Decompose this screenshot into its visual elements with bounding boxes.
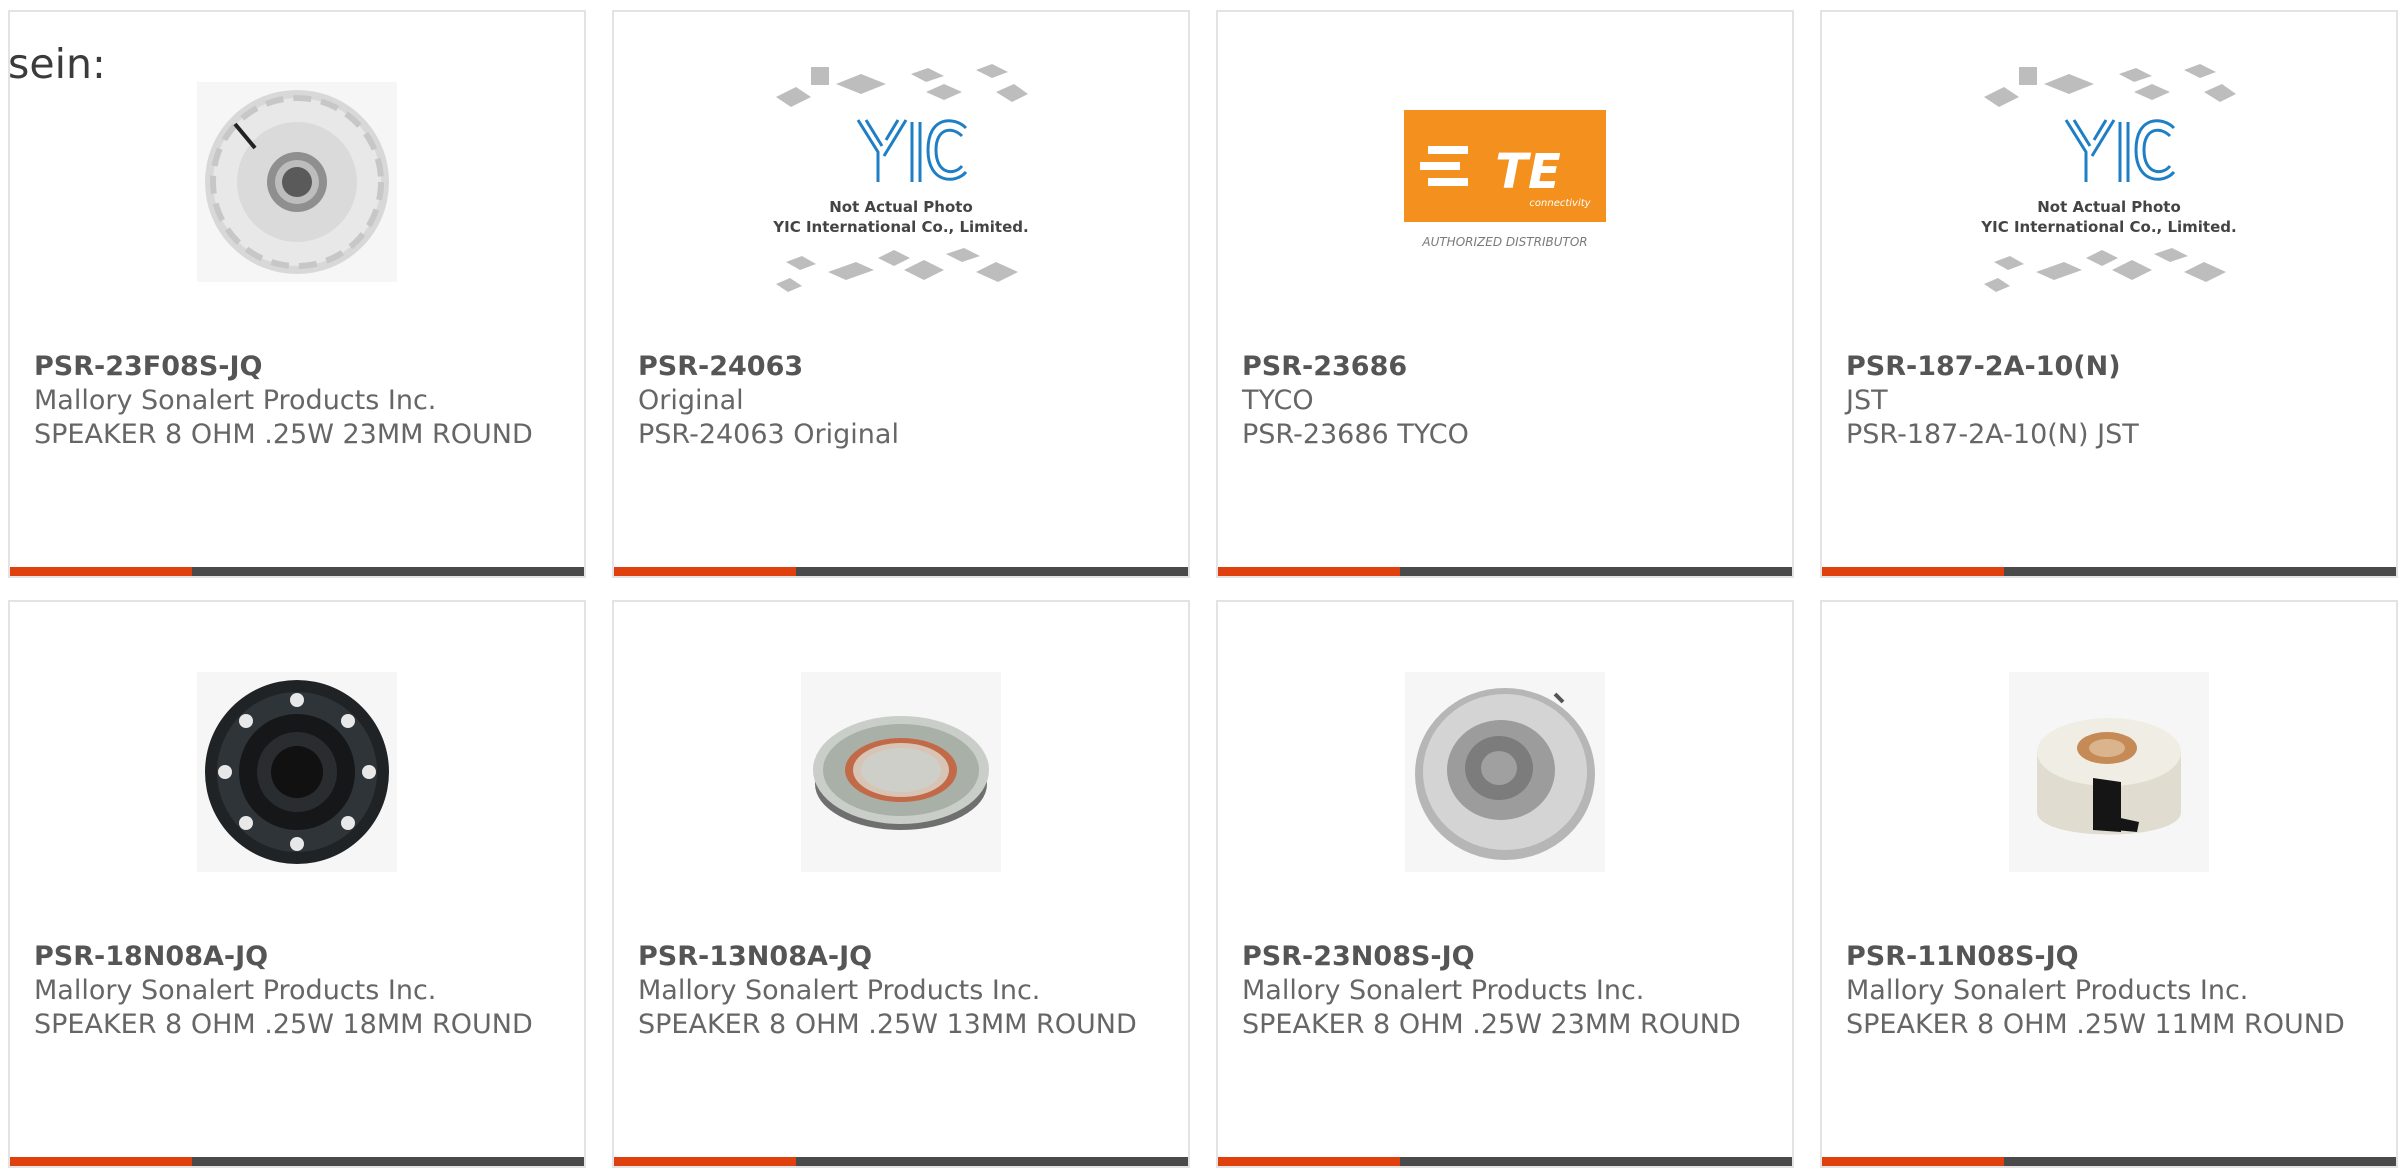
description: SPEAKER 8 OHM .25W 13MM ROUND xyxy=(638,1009,1137,1040)
part-number[interactable]: PSR-18N08A-JQ xyxy=(34,940,564,974)
round-speaker-black-icon xyxy=(197,672,397,872)
part-number[interactable]: PSR-24063 xyxy=(638,350,1168,384)
yic-placeholder-icon: Not Actual Photo YIC International Co., … xyxy=(772,64,1029,292)
card-accent-bar xyxy=(10,567,584,576)
card-accent-bar xyxy=(614,567,1188,576)
image-caption: Not Actual Photo xyxy=(829,198,973,216)
part-number[interactable]: PSR-23N08S-JQ xyxy=(1242,940,1772,974)
manufacturer: TYCO xyxy=(1242,385,1314,416)
product-image[interactable] xyxy=(1218,662,1792,882)
description: SPEAKER 8 OHM .25W 23MM ROUND xyxy=(1242,1009,1741,1040)
product-image[interactable] xyxy=(10,662,584,882)
description: SPEAKER 8 OHM .25W 23MM ROUND xyxy=(34,419,533,450)
manufacturer: Mallory Sonalert Products Inc. xyxy=(638,975,1041,1006)
product-card[interactable]: TE connectivity AUTHORIZED DISTRIBUTOR P… xyxy=(1216,10,1794,578)
manufacturer: JST xyxy=(1846,385,1888,416)
part-number[interactable]: PSR-23686 xyxy=(1242,350,1772,384)
product-image[interactable] xyxy=(614,662,1188,882)
round-speaker-clear-icon xyxy=(197,82,397,282)
description: SPEAKER 8 OHM .25W 11MM ROUND xyxy=(1846,1009,2345,1040)
description: SPEAKER 8 OHM .25W 18MM ROUND xyxy=(34,1009,533,1040)
image-caption: Not Actual Photo xyxy=(2037,198,2181,216)
manufacturer: Mallory Sonalert Products Inc. xyxy=(34,385,437,416)
te-distributor-text: AUTHORIZED DISTRIBUTOR xyxy=(1421,235,1587,249)
product-card[interactable]: PSR-13N08A-JQ Mallory Sonalert Products … xyxy=(612,600,1190,1168)
product-card[interactable]: PSR-23N08S-JQ Mallory Sonalert Products … xyxy=(1216,600,1794,1168)
image-caption: YIC International Co., Limited. xyxy=(1980,218,2236,236)
part-number[interactable]: PSR-13N08A-JQ xyxy=(638,940,1168,974)
product-image[interactable] xyxy=(1822,662,2396,882)
card-accent-bar xyxy=(1218,1157,1792,1166)
part-number[interactable]: PSR-11N08S-JQ xyxy=(1846,940,2376,974)
manufacturer: Mallory Sonalert Products Inc. xyxy=(34,975,437,1006)
product-image[interactable]: TE connectivity AUTHORIZED DISTRIBUTOR xyxy=(1218,72,1792,292)
yic-placeholder-icon: Not Actual Photo YIC International Co., … xyxy=(1980,64,2237,292)
te-logo-text: TE xyxy=(1495,144,1561,200)
product-image[interactable]: Not Actual Photo YIC International Co., … xyxy=(614,64,1188,292)
image-caption: YIC International Co., Limited. xyxy=(772,218,1028,236)
round-speaker-white-icon xyxy=(2009,672,2209,872)
part-number[interactable]: PSR-23F08S-JQ xyxy=(34,350,564,384)
product-grid: PSR-23F08S-JQ Mallory Sonalert Products … xyxy=(8,10,2398,1168)
te-logo-subtext: connectivity xyxy=(1529,198,1591,209)
product-card[interactable]: Not Actual Photo YIC International Co., … xyxy=(1820,10,2398,578)
description: PSR-23686 TYCO xyxy=(1242,419,1469,450)
product-image[interactable]: Not Actual Photo YIC International Co., … xyxy=(1822,64,2396,292)
product-image[interactable] xyxy=(10,72,584,292)
product-card[interactable]: PSR-11N08S-JQ Mallory Sonalert Products … xyxy=(1820,600,2398,1168)
round-speaker-copper-icon xyxy=(801,672,1001,872)
card-accent-bar xyxy=(1822,567,2396,576)
description: PSR-24063 Original xyxy=(638,419,899,450)
card-accent-bar xyxy=(1218,567,1792,576)
manufacturer: Original xyxy=(638,385,744,416)
card-accent-bar xyxy=(1822,1157,2396,1166)
round-speaker-grey-icon xyxy=(1405,672,1605,872)
manufacturer: Mallory Sonalert Products Inc. xyxy=(1846,975,2249,1006)
card-accent-bar xyxy=(614,1157,1188,1166)
part-number[interactable]: PSR-187-2A-10(N) xyxy=(1846,350,2376,384)
card-accent-bar xyxy=(10,1157,584,1166)
manufacturer: Mallory Sonalert Products Inc. xyxy=(1242,975,1645,1006)
description: PSR-187-2A-10(N) JST xyxy=(1846,419,2139,450)
te-connectivity-logo-icon: TE connectivity AUTHORIZED DISTRIBUTOR xyxy=(1404,110,1606,249)
product-card[interactable]: PSR-23F08S-JQ Mallory Sonalert Products … xyxy=(8,10,586,578)
section-lead-text: sein: xyxy=(8,40,106,88)
product-card[interactable]: PSR-18N08A-JQ Mallory Sonalert Products … xyxy=(8,600,586,1168)
product-card[interactable]: Not Actual Photo YIC International Co., … xyxy=(612,10,1190,578)
